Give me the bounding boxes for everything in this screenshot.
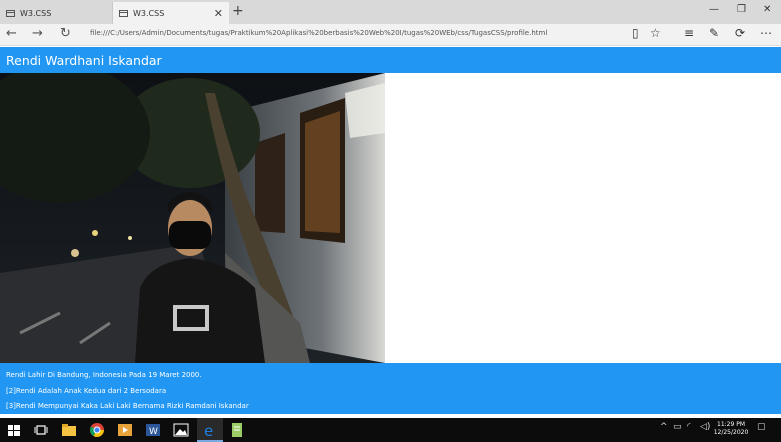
svg-text:W: W <box>149 427 158 437</box>
wifi-icon[interactable]: ◜ <box>687 422 691 432</box>
chrome-icon[interactable] <box>89 422 105 438</box>
restore-icon[interactable]: ❐ <box>737 4 746 15</box>
tray-chevron-icon[interactable]: ^ <box>660 422 668 432</box>
profile-photo <box>0 73 385 363</box>
clock-date: 12/25/2020 <box>713 429 749 436</box>
clock-time: 11:29 PM <box>717 421 745 428</box>
back-icon[interactable]: ← <box>6 26 17 41</box>
page-header: Rendi Wardhani Iskandar <box>0 47 781 73</box>
windows-taskbar: W e ^ ▭ ◜ ◁) 11:29 PM 12/25/2020 ▢ <box>0 418 781 442</box>
browser-tab-2[interactable]: W3.CSS ✕ <box>113 2 229 24</box>
footer-line-1: Rendi Lahir Di Bandung, Indonesia Pada 1… <box>6 371 202 379</box>
hub-icon[interactable]: ≡ <box>684 26 694 40</box>
browser-tab-1[interactable]: W3.CSS <box>0 2 113 24</box>
profile-photo-image <box>0 73 385 363</box>
minimize-icon[interactable]: — <box>709 4 719 15</box>
page-footer: Rendi Lahir Di Bandung, Indonesia Pada 1… <box>0 363 781 414</box>
tab-page-icon <box>119 9 128 17</box>
volume-icon[interactable]: ◁) <box>700 422 710 432</box>
page-title: Rendi Wardhani Iskandar <box>6 53 162 68</box>
windows-start-icon[interactable] <box>6 422 22 438</box>
more-icon[interactable]: ⋯ <box>760 26 772 40</box>
footer-line-3: [3]Rendi Mempunyai Kaka Laki Laki Bernam… <box>6 402 249 410</box>
photos-icon[interactable] <box>173 422 189 438</box>
browser-toolbar: ← → ↻ file:///C:/Users/Admin/Documents/t… <box>0 24 781 46</box>
media-player-icon[interactable] <box>117 422 133 438</box>
refresh-icon[interactable]: ↻ <box>60 26 71 41</box>
edge-taskbar-active[interactable]: e <box>197 418 223 442</box>
tab-strip: W3.CSS W3.CSS ✕ + — ❐ ✕ <box>0 0 781 24</box>
web-note-icon[interactable]: ✎ <box>709 26 719 40</box>
battery-icon[interactable]: ▭ <box>673 422 682 432</box>
word-icon[interactable]: W <box>145 422 161 438</box>
taskbar-clock[interactable]: 11:29 PM 12/25/2020 <box>712 421 750 437</box>
address-input[interactable]: file:///C:/Users/Admin/Documents/tugas/P… <box>90 29 620 42</box>
notifications-icon[interactable]: ▢ <box>757 422 766 432</box>
favorite-star-icon[interactable]: ☆ <box>650 26 661 40</box>
task-view-icon[interactable] <box>33 422 49 438</box>
tab-page-icon <box>6 9 15 17</box>
reading-view-icon[interactable]: ▯ <box>632 26 639 40</box>
share-icon[interactable]: ⟳ <box>735 26 745 40</box>
footer-line-2: [2]Rendi Adalah Anak Kedua dari 2 Bersod… <box>6 386 167 395</box>
new-tab-button[interactable]: + <box>232 3 244 19</box>
close-window-icon[interactable]: ✕ <box>763 4 771 15</box>
web-page: Rendi Wardhani Iskandar Rendi Lahir Di B… <box>0 47 781 418</box>
file-explorer-icon[interactable] <box>61 422 77 438</box>
notepad-icon[interactable] <box>229 422 245 438</box>
close-tab-icon[interactable]: ✕ <box>214 7 223 20</box>
svg-text:e: e <box>204 422 213 438</box>
tab-title: W3.CSS <box>133 8 165 18</box>
edge-icon: e <box>204 422 213 438</box>
tab-title: W3.CSS <box>20 8 52 18</box>
forward-icon[interactable]: → <box>32 26 43 41</box>
